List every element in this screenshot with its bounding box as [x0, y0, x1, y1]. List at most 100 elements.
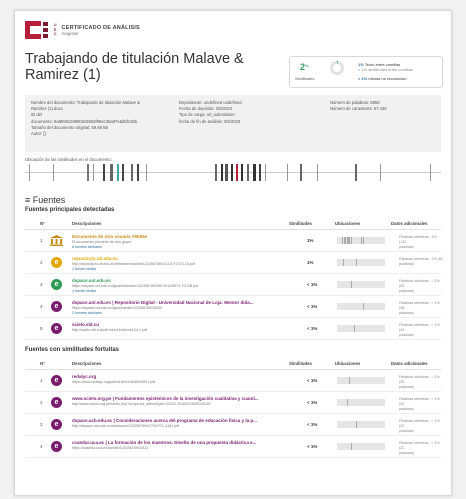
web-source-icon: e — [51, 257, 62, 268]
report-header: U E C CERTIFICADO DE ANÁLISIS magister — [25, 21, 140, 39]
additional-data: Palabras idénticas : < 1% (43 palabras) — [399, 323, 440, 337]
col-header-desc: Descripciones — [72, 221, 102, 226]
document-info-panel: Nombre del documento: Trabajando de titu… — [25, 95, 441, 152]
web-source-icon: e — [51, 441, 62, 452]
col-header-extra: Datos adicionales — [391, 361, 428, 366]
similar-sources-count: 6 fuentes similares — [72, 245, 102, 249]
source-row[interactable]: 1 Documento de otro usuario #9b06e El docu… — [25, 231, 441, 252]
additional-data: Palabras idénticas : 1% (130 palabras) — [399, 235, 437, 249]
source-url[interactable]: http://repositorio.uti.edu.ec/bitstream/… — [72, 262, 277, 266]
similar-sources-count: 1 fuente similar — [72, 289, 97, 293]
row-number: 2 — [40, 260, 43, 265]
source-row[interactable]: 2 e repositorio.uti.edu.ec http://repositor… — [25, 253, 443, 274]
source-row[interactable]: 2 e www.scielo.org.pe | Fundamentos episté… — [25, 393, 441, 414]
location-strip — [337, 325, 385, 332]
location-strip — [337, 377, 385, 384]
source-title-link[interactable]: ccaedur.uca.ec | La formación de los mae… — [72, 440, 277, 445]
col-header-loc: Ubicaciones — [335, 361, 361, 366]
web-source-icon: e — [51, 397, 62, 408]
source-row[interactable]: 3 e dspace.unl.edu.ec https://dspace.unl.ed… — [25, 275, 441, 296]
web-source-icon: e — [51, 419, 62, 430]
info-col-deposit: Depositante: undefined undefined Fecha de… — [179, 100, 242, 124]
source-url[interactable]: https://dspace.unl.edu.ec/jspui/handle/1… — [72, 306, 277, 310]
source-title-link[interactable]: dspace.ucb.edu.ec | Consideraciones acer… — [72, 418, 277, 423]
source-title-link[interactable]: repositorio.uti.edu.ec — [72, 256, 277, 261]
similarity-value: < 1% — [307, 326, 318, 331]
source-url[interactable]: https://dspace.unl.edu.ec/jspui/bitstrea… — [72, 284, 277, 288]
similarity-value: < 1% — [307, 378, 318, 383]
source-row[interactable]: 4 e dspace.unl.edu.ec | Repositorio Digita… — [25, 297, 441, 318]
web-source-icon: e — [51, 323, 62, 334]
additional-data: Palabras idénticas : < 1% (20 palabras) — [399, 419, 440, 433]
certificate-subtitle: magister — [61, 30, 79, 36]
similarity-location-bar — [25, 164, 441, 181]
row-number: 4 — [40, 444, 43, 449]
row-number: 1 — [40, 378, 43, 383]
similarity-value: < 1% — [307, 422, 318, 427]
source-url[interactable]: http://dspace.ucb.edu.ec/bitstream/12345… — [72, 424, 277, 428]
row-number: 3 — [40, 282, 43, 287]
similarity-value: 1% — [307, 260, 314, 265]
similarity-value: 1% — [307, 238, 314, 243]
main-sources-title: Fuentes principales detectadas — [25, 207, 115, 213]
document-title: Trabajando de titulación Malave & Ramire… — [25, 51, 244, 83]
source-title-link[interactable]: Documento de otro usuario #9b06e — [72, 234, 277, 239]
web-source-icon: e — [51, 279, 62, 290]
source-title-link[interactable]: dspace.unl.edu.ec — [72, 278, 277, 283]
source-title-link[interactable]: www.scielo.org.pe | Fundamentos epistémi… — [72, 396, 277, 401]
info-col-document: Nombre del documento: Trabajando de titu… — [31, 100, 140, 137]
source-title-link[interactable]: redalyc.org — [72, 374, 277, 379]
source-url[interactable]: El documento proviene de otro grupo — [72, 240, 277, 244]
row-number: 3 — [40, 422, 43, 427]
source-url[interactable]: https://www.redalyc.org/pdf/4418/4418460… — [72, 380, 277, 384]
location-strip — [337, 281, 385, 288]
row-number: 1 — [40, 238, 43, 243]
source-row[interactable]: 1 e redalyc.org https://www.redalyc.org/pdf… — [25, 371, 441, 392]
similarity-percent: 2% — [300, 62, 309, 72]
source-row[interactable]: 4 e ccaedur.uca.ec | La formación de los m… — [25, 437, 441, 458]
location-label: Ubicación de las similitudes en el docum… — [25, 157, 112, 162]
source-url[interactable]: https://ccaedur.uca.ec/handle/123456789/… — [72, 446, 277, 450]
source-url[interactable]: http://www.scielo.org.pe/scielo.php?scri… — [72, 402, 277, 406]
similarity-value: < 1% — [307, 444, 318, 449]
similar-sources-count: 1 fuente similar — [72, 267, 97, 271]
row-number: 5 — [40, 326, 43, 331]
institution-icon — [50, 235, 63, 246]
col-header-extra: Datos adicionales — [391, 221, 428, 226]
col-header-num: Nº — [40, 221, 45, 226]
web-source-icon: e — [51, 375, 62, 386]
row-number: 2 — [40, 400, 43, 405]
col-header-loc: Ubicaciones — [335, 221, 361, 226]
col-header-num: Nº — [40, 361, 45, 366]
location-strip — [337, 259, 385, 266]
similarity-value: < 1% — [307, 282, 318, 287]
source-row[interactable]: 3 e dspace.ucb.edu.ec | Consideraciones ac… — [25, 415, 441, 436]
report-page: U E C CERTIFICADO DE ANÁLISIS magister T… — [14, 10, 452, 496]
col-header-desc: Descripciones — [72, 361, 102, 366]
sources-heading: ≡ Fuentes — [25, 195, 66, 205]
location-strip — [337, 399, 385, 406]
institution-logo — [25, 21, 51, 39]
legend-quotes: 1% Texto entre comillas < 1% similitudes… — [358, 62, 413, 72]
row-number: 4 — [40, 304, 43, 309]
legend-language: < 1% Idioma no reconocido — [358, 76, 407, 81]
similarity-summary: 2% Similitudes 1% Texto entre comillas <… — [289, 56, 443, 88]
additional-data: Palabras idénticas : < 1% (29 palabras) — [399, 397, 440, 411]
source-url[interactable]: http://scielo.sld.cu/pdf/rme/v14n6/rme12… — [72, 328, 277, 332]
similarity-donut-icon — [330, 61, 344, 75]
source-row[interactable]: 5 e scielo.sld.cu http://scielo.sld.cu/pdf/… — [25, 319, 441, 340]
col-header-sim: Similitudes — [289, 361, 312, 366]
location-strip — [337, 237, 385, 244]
additional-data: Palabras idénticas : < 1% (53 palabras) — [399, 279, 440, 293]
additional-data: Palabras idénticas : 1% (82 palabras) — [399, 257, 443, 266]
additional-data: Palabras idénticas : < 1% (48 palabras) — [399, 301, 440, 315]
logo-letters: U E C — [54, 23, 57, 37]
source-title-link[interactable]: scielo.sld.cu — [72, 322, 277, 327]
source-title-link[interactable]: dspace.unl.edu.ec | Repositorio Digital … — [72, 300, 277, 305]
fortuitous-sources-title: Fuentes con similitudes fortuitas — [25, 347, 120, 353]
similarity-value: < 1% — [307, 400, 318, 405]
similar-sources-count: 2 fuentes similares — [72, 311, 102, 315]
location-strip — [337, 303, 385, 310]
similarity-value: < 1% — [307, 304, 318, 309]
similarity-label: Similitudes — [295, 76, 315, 81]
